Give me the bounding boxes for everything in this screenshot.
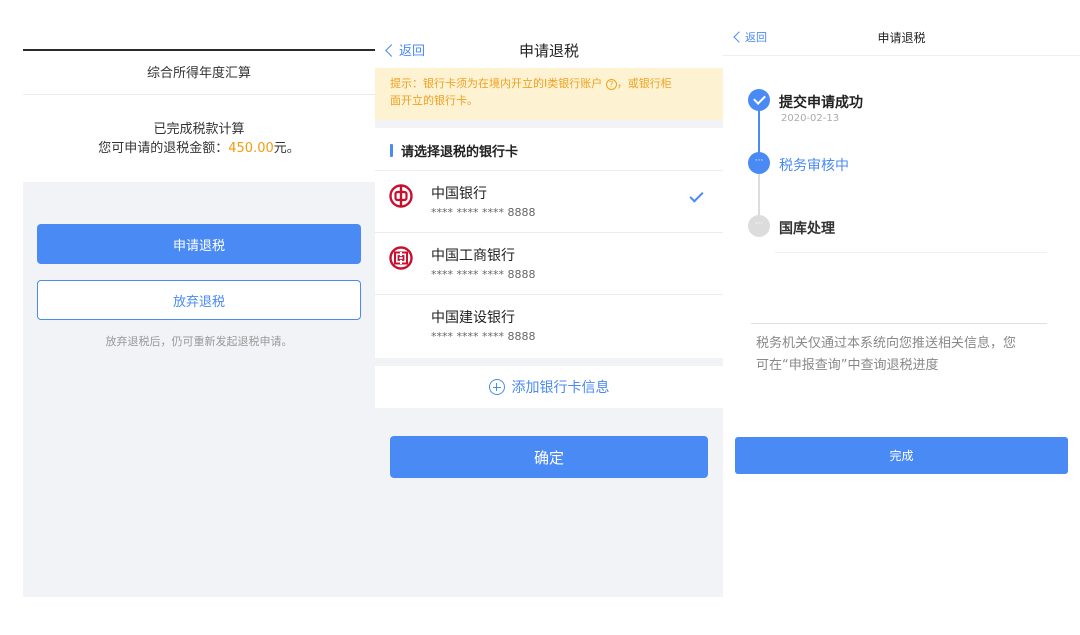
info-line-1: 税务机关仅通过本系统向您推送相关信息，您 — [756, 336, 1017, 351]
help-icon[interactable]: ? — [605, 78, 617, 90]
step-submitted-label: 提交申请成功 — [779, 95, 863, 111]
abandon-refund-button[interactable]: 放弃退税 — [37, 280, 361, 320]
header-divider — [23, 49, 375, 51]
notice-text-1: 提示：银行卡须为在境内开立的Ⅰ类银行账户 — [390, 77, 603, 90]
bank-name: 中国银行 — [431, 186, 487, 202]
divider — [775, 252, 1047, 253]
bank-account-number: **** **** **** 8888 — [431, 206, 536, 219]
bank-name: 中国建设银行 — [431, 310, 515, 326]
check-circle-icon — [748, 89, 770, 111]
step-review-label: 税务审核中 — [779, 158, 849, 174]
divider — [751, 323, 1047, 324]
bank-row-boc[interactable]: 中国银行 **** **** **** 8888 — [375, 170, 723, 232]
bank-row-ccb[interactable]: 中国建设银行 **** **** **** 8888 — [375, 294, 723, 356]
page-title: 综合所得年度汇算 — [146, 66, 251, 81]
bank-account-number: **** **** **** 8888 — [431, 330, 536, 343]
info-line-2: 可在“申报查询”中查询退税进度 — [756, 358, 939, 373]
confirm-button[interactable]: 确定 — [390, 436, 708, 478]
refund-amount-line: 您可申请的退税金额：450.00元。 — [23, 137, 375, 156]
abandon-note: 放弃退税后，仍可重新发起退税申请。 — [105, 335, 293, 348]
add-bank-card-label: 添加银行卡信息 — [511, 380, 610, 396]
section-header: 请选择退税的银行卡 — [390, 141, 518, 160]
step-submitted-date: 2020-02-13 — [781, 113, 840, 124]
notice-banner: 提示：银行卡须为在境内开立的Ⅰ类银行账户 ? ，或银行柜 面开立的银行卡。 — [375, 68, 723, 120]
pending-icon: ··· — [748, 215, 770, 237]
page-title: 申请退税 — [518, 42, 579, 60]
amount-unit: 元。 — [273, 141, 300, 156]
bank-name: 中国工商银行 — [431, 248, 515, 264]
nav-bar: 返回 申请退税 — [375, 0, 723, 68]
done-button[interactable]: 完成 — [735, 437, 1068, 474]
row-divider — [375, 294, 723, 295]
page-title: 申请退税 — [877, 31, 926, 45]
apply-refund-button[interactable]: 申请退税 — [37, 224, 361, 264]
select-bank-card-screen: 返回 申请退税 提示：银行卡须为在境内开立的Ⅰ类银行账户 ? ，或银行柜 面开立的… — [375, 0, 723, 597]
row-divider — [375, 232, 723, 233]
section-title: 请选择退税的银行卡 — [401, 145, 519, 160]
amount-label: 您可申请的退税金额： — [98, 141, 229, 156]
row-divider — [375, 170, 723, 171]
boc-logo-icon — [389, 184, 413, 208]
progress-line-pending — [758, 168, 760, 218]
title-divider — [23, 94, 375, 95]
info-text: 税务机关仅通过本系统向您推送相关信息，您 可在“申报查询”中查询退税进度 — [756, 333, 1056, 377]
bank-row-icbc[interactable]: 中国工商银行 **** **** **** 8888 — [375, 232, 723, 294]
refund-amount-value: 450.00 — [228, 141, 274, 156]
notice-text-1-tail: ，或银行柜 — [616, 77, 672, 90]
section-accent-bar — [390, 144, 393, 157]
in-progress-icon: ··· — [748, 152, 770, 174]
status-text: 已完成税款计算 — [153, 122, 245, 137]
bank-card-list: 请选择退税的银行卡 中国银行 **** **** **** 8888 中国工商银… — [375, 128, 723, 358]
bank-account-number: **** **** **** 8888 — [431, 268, 536, 281]
progress-line-complete — [758, 108, 760, 158]
step-treasury-label: 国库处理 — [779, 221, 835, 237]
plus-circle-icon — [488, 379, 505, 395]
refund-progress-screen: 返回 申请退税 提交申请成功 2020-02-13 ··· 税务审核中 ··· … — [723, 0, 1080, 635]
notice-text-2: 面开立的银行卡。 — [390, 94, 478, 107]
icbc-logo-icon — [389, 246, 413, 270]
add-bank-card-button[interactable]: 添加银行卡信息 — [375, 366, 723, 408]
tax-summary-screen: 综合所得年度汇算 已完成税款计算 您可申请的退税金额：450.00元。 申请退税… — [23, 0, 375, 597]
checkmark-icon — [689, 188, 704, 203]
nav-divider — [723, 55, 1080, 56]
